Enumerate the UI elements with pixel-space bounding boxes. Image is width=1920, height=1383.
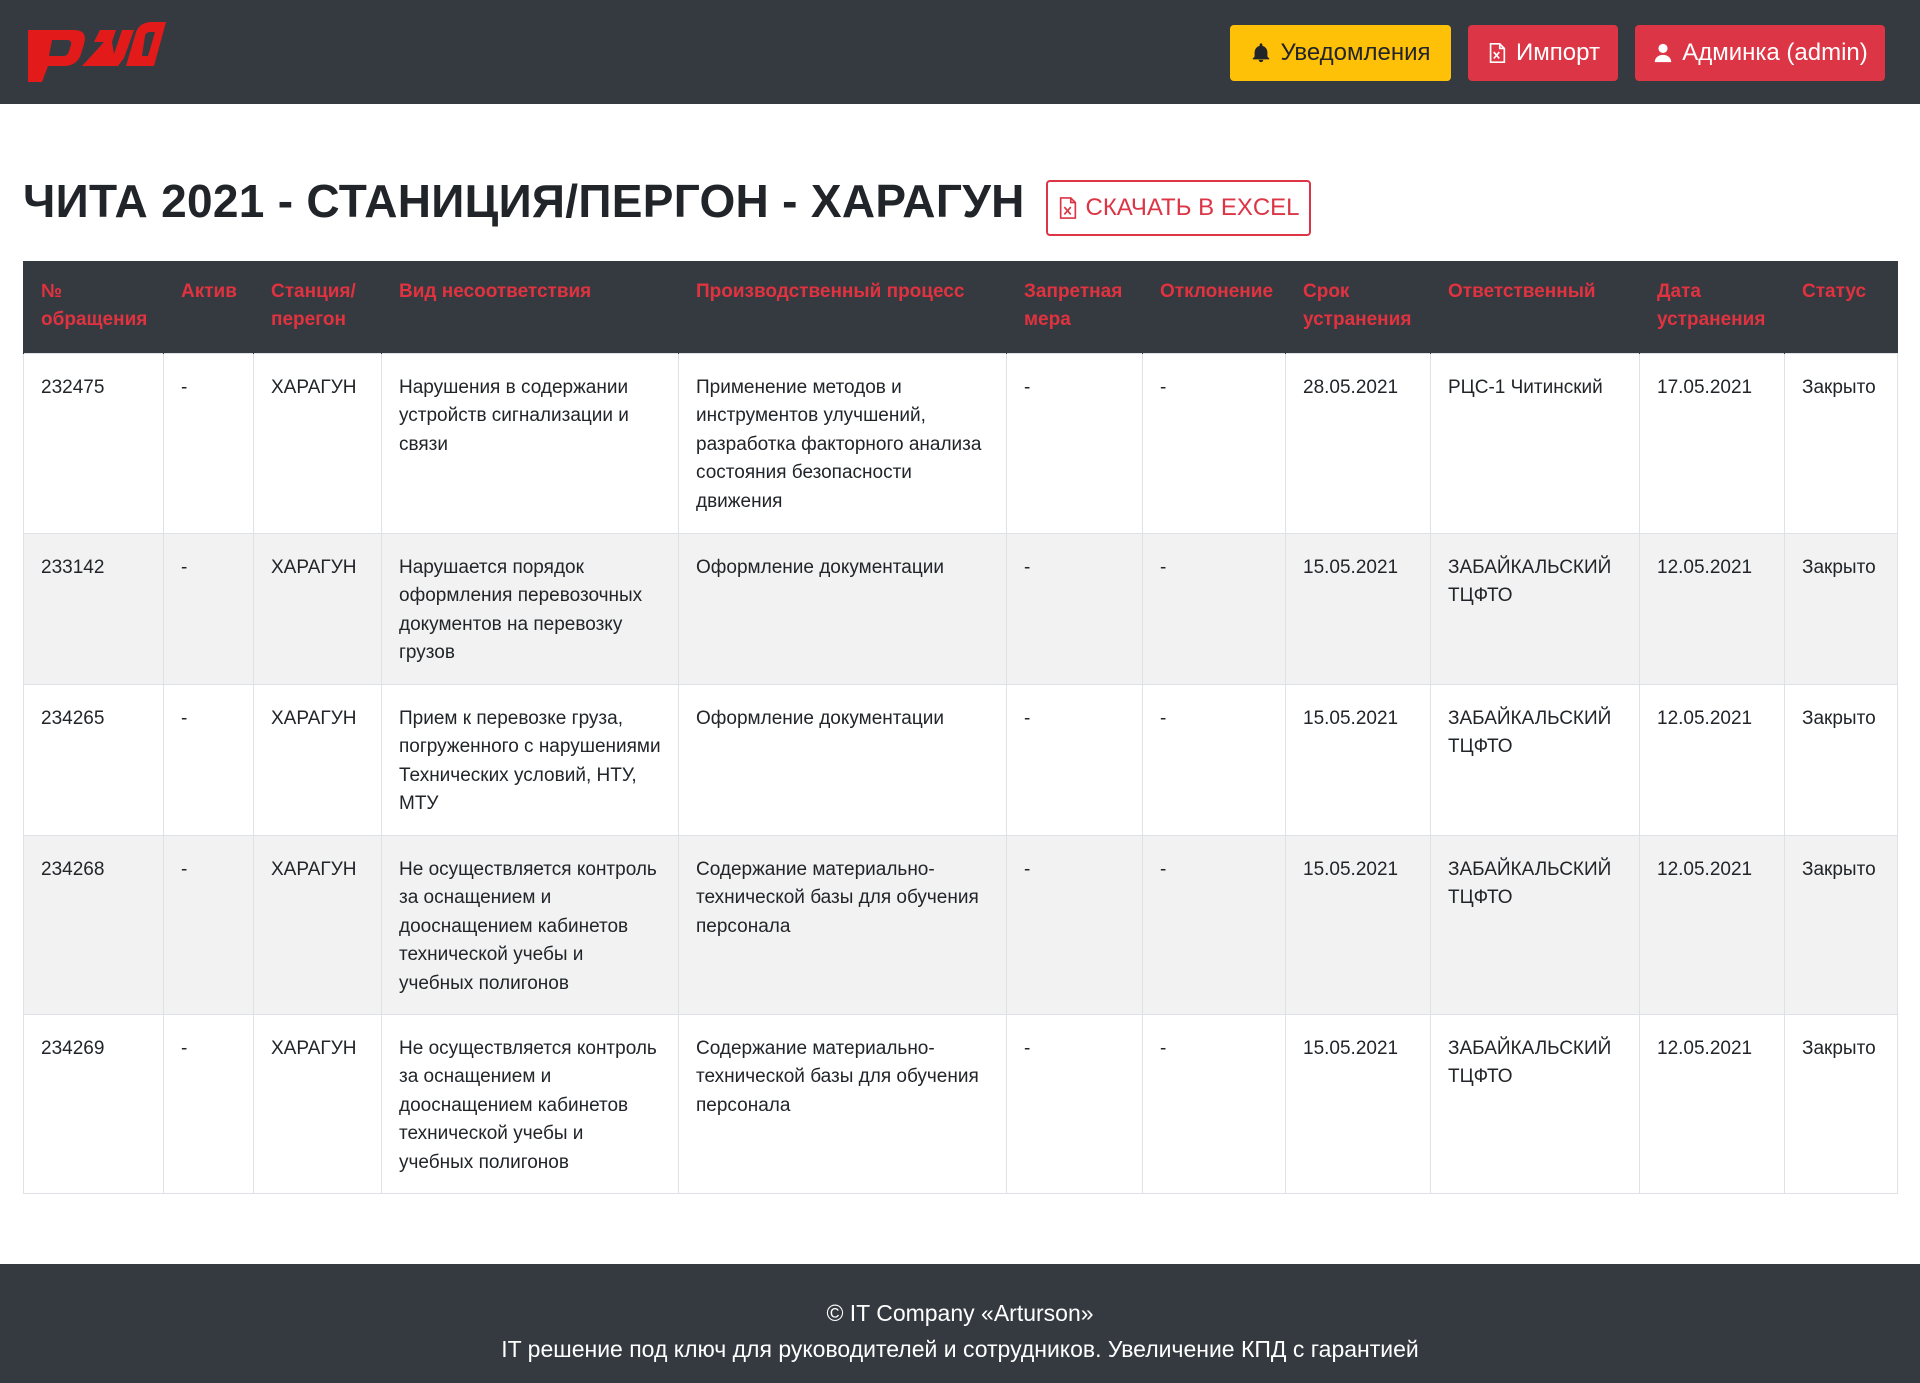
cell-status: Закрыто bbox=[1784, 834, 1898, 1015]
cell-deadline: 15.05.2021 bbox=[1285, 683, 1431, 836]
excel-file-icon bbox=[1060, 197, 1077, 219]
cell-number: 234265 bbox=[23, 683, 164, 836]
cell-violation-type: Нарушается порядок оформления перевозочн… bbox=[381, 532, 679, 685]
cell-fix-date: 12.05.2021 bbox=[1639, 1013, 1785, 1194]
column-header-number[interactable]: № обращения bbox=[23, 261, 164, 353]
column-header-violation-type[interactable]: Вид несоответствия bbox=[381, 261, 679, 353]
cell-station: ХАРАГУН bbox=[253, 1013, 382, 1194]
column-header-restriction[interactable]: Запретная мера bbox=[1006, 261, 1143, 353]
cell-fix-date: 12.05.2021 bbox=[1639, 532, 1785, 685]
cell-responsible: РЦС-1 Читинский bbox=[1430, 352, 1640, 534]
cell-responsible: ЗАБАЙКАЛЬСКИЙ ТЦФТО bbox=[1430, 1013, 1640, 1194]
cell-deadline: 15.05.2021 bbox=[1285, 834, 1431, 1015]
column-header-responsible[interactable]: Ответственный bbox=[1430, 261, 1640, 353]
cell-status: Закрыто bbox=[1784, 1013, 1898, 1194]
excel-file-icon bbox=[1489, 43, 1506, 63]
download-excel-button[interactable]: СКАЧАТЬ В EXCEL bbox=[1046, 180, 1311, 236]
cell-violation-type: Прием к перевозке груза, погруженного с … bbox=[381, 683, 679, 836]
footer-copyright: © IT Company «Arturson» bbox=[826, 1300, 1094, 1326]
cell-deviation: - bbox=[1142, 834, 1286, 1015]
table-row[interactable]: 234268 - ХАРАГУН Не осуществляется контр… bbox=[23, 834, 1898, 1015]
table-row[interactable]: 234265 - ХАРАГУН Прием к перевозке груза… bbox=[23, 683, 1898, 836]
account-label: Админка (admin) bbox=[1682, 39, 1868, 66]
cell-status: Закрыто bbox=[1784, 683, 1898, 836]
cell-restriction: - bbox=[1006, 1013, 1143, 1194]
cell-deadline: 28.05.2021 bbox=[1285, 352, 1431, 534]
cell-fix-date: 17.05.2021 bbox=[1639, 352, 1785, 534]
cell-violation-type: Не осуществляется контроль за оснащением… bbox=[381, 1013, 679, 1194]
cell-fix-date: 12.05.2021 bbox=[1639, 683, 1785, 836]
cell-restriction: - bbox=[1006, 532, 1143, 685]
cell-status: Закрыто bbox=[1784, 532, 1898, 685]
cell-restriction: - bbox=[1006, 352, 1143, 534]
footer-tagline: IT решение под ключ для руководителей и … bbox=[501, 1336, 1419, 1362]
cell-violation-type: Нарушения в содержании устройств сигнали… bbox=[381, 352, 679, 534]
cell-violation-type: Не осуществляется контроль за оснащением… bbox=[381, 834, 679, 1015]
cell-deviation: - bbox=[1142, 532, 1286, 685]
cell-asset: - bbox=[163, 1013, 254, 1194]
cell-restriction: - bbox=[1006, 683, 1143, 836]
table-row[interactable]: 233142 - ХАРАГУН Нарушается порядок офор… bbox=[23, 532, 1898, 685]
top-navbar: Уведомления Импорт Админка (admin) bbox=[0, 0, 1920, 104]
cell-number: 232475 bbox=[23, 352, 164, 534]
cell-deviation: - bbox=[1142, 1013, 1286, 1194]
import-button[interactable]: Импорт bbox=[1468, 25, 1618, 81]
cell-responsible: ЗАБАЙКАЛЬСКИЙ ТЦФТО bbox=[1430, 834, 1640, 1015]
account-button[interactable]: Админка (admin) bbox=[1635, 25, 1885, 81]
cell-fix-date: 12.05.2021 bbox=[1639, 834, 1785, 1015]
page-footer: © IT Company «Arturson» IT решение под к… bbox=[0, 1264, 1920, 1383]
cell-process: Применение методов и инструментов улучше… bbox=[678, 352, 1007, 534]
cell-asset: - bbox=[163, 834, 254, 1015]
column-header-asset[interactable]: Актив bbox=[163, 261, 254, 353]
cell-restriction: - bbox=[1006, 834, 1143, 1015]
cell-number: 233142 bbox=[23, 532, 164, 685]
cell-asset: - bbox=[163, 683, 254, 836]
cell-station: ХАРАГУН bbox=[253, 834, 382, 1015]
table-row[interactable]: 232475 - ХАРАГУН Нарушения в содержании … bbox=[23, 352, 1898, 534]
page-title: ЧИТА 2021 - СТАНИЦИЯ/ПЕРГОН - ХАРАГУН bbox=[23, 175, 1025, 227]
cell-responsible: ЗАБАЙКАЛЬСКИЙ ТЦФТО bbox=[1430, 532, 1640, 685]
issues-table: № обращения Актив Станция/ перегон Вид н… bbox=[23, 261, 1898, 1194]
cell-deviation: - bbox=[1142, 683, 1286, 836]
cell-deviation: - bbox=[1142, 352, 1286, 534]
column-header-fix-date[interactable]: Дата устранения bbox=[1639, 261, 1785, 353]
cell-process: Оформление документации bbox=[678, 532, 1007, 685]
cell-responsible: ЗАБАЙКАЛЬСКИЙ ТЦФТО bbox=[1430, 683, 1640, 836]
cell-number: 234269 bbox=[23, 1013, 164, 1194]
column-header-status[interactable]: Статус bbox=[1784, 261, 1898, 353]
column-header-deviation[interactable]: Отклонение bbox=[1142, 261, 1286, 353]
cell-station: ХАРАГУН bbox=[253, 532, 382, 685]
cell-deadline: 15.05.2021 bbox=[1285, 1013, 1431, 1194]
column-header-process[interactable]: Производственный процесс bbox=[678, 261, 1007, 353]
cell-station: ХАРАГУН bbox=[253, 352, 382, 534]
cell-process: Оформление документации bbox=[678, 683, 1007, 836]
notifications-button[interactable]: Уведомления bbox=[1230, 25, 1451, 81]
column-header-station[interactable]: Станция/ перегон bbox=[253, 261, 382, 353]
table-header-row: № обращения Актив Станция/ перегон Вид н… bbox=[23, 261, 1898, 353]
cell-station: ХАРАГУН bbox=[253, 683, 382, 836]
cell-status: Закрыто bbox=[1784, 352, 1898, 534]
rzd-logo[interactable] bbox=[22, 18, 168, 84]
bell-icon bbox=[1253, 43, 1270, 63]
user-icon bbox=[1654, 43, 1672, 63]
table-row[interactable]: 234269 - ХАРАГУН Не осуществляется контр… bbox=[23, 1013, 1898, 1194]
column-header-deadline[interactable]: Срок устранения bbox=[1285, 261, 1431, 353]
import-label: Импорт bbox=[1516, 39, 1600, 66]
notifications-label: Уведомления bbox=[1280, 39, 1431, 66]
cell-asset: - bbox=[163, 352, 254, 534]
cell-number: 234268 bbox=[23, 834, 164, 1015]
cell-asset: - bbox=[163, 532, 254, 685]
cell-process: Содержание материально-технической базы … bbox=[678, 834, 1007, 1015]
cell-deadline: 15.05.2021 bbox=[1285, 532, 1431, 685]
cell-process: Содержание материально-технической базы … bbox=[678, 1013, 1007, 1194]
download-excel-label: СКАЧАТЬ В EXCEL bbox=[1085, 194, 1300, 221]
